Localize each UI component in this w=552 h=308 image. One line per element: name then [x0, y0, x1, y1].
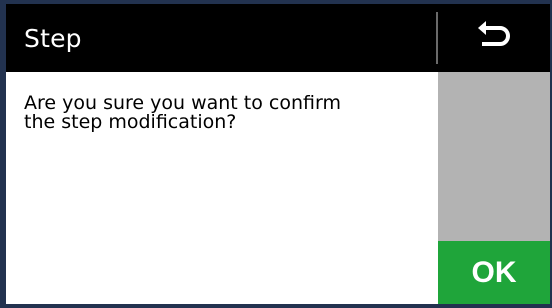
side-panel [438, 72, 550, 241]
header-bar: Step [6, 4, 550, 72]
confirmation-message: Are you sure you want to confirm the ste… [24, 94, 424, 132]
message-line-2: the step modification? [24, 111, 237, 133]
page-title: Step [24, 24, 82, 53]
dialog-screen: Step Are you sure you want to confirm th… [6, 4, 550, 304]
ok-button-label: OK [471, 256, 517, 289]
back-button[interactable] [438, 4, 550, 72]
back-return-icon [478, 21, 510, 46]
device-frame: Step Are you sure you want to confirm th… [0, 0, 552, 308]
ok-button[interactable]: OK [438, 241, 550, 304]
dialog-content: Are you sure you want to confirm the ste… [6, 72, 438, 304]
